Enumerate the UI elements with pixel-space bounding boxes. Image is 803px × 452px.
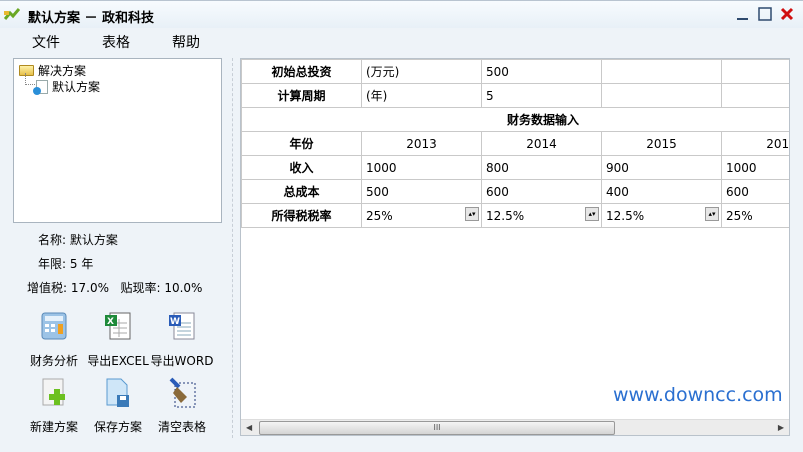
- tool-label: 新建方案: [29, 420, 78, 434]
- tree-node-label: 默认方案: [52, 80, 101, 94]
- investment-label: 初始总投资: [241, 59, 362, 84]
- dropdown-button[interactable]: ▴▾: [705, 207, 719, 221]
- table-row: 计算周期 (年) 5: [241, 83, 789, 108]
- years-value: 5 年: [69, 257, 94, 271]
- panel-divider[interactable]: [232, 58, 233, 438]
- tree-node-label: 解决方案: [38, 64, 87, 78]
- tree-node-default-plan[interactable]: 默认方案: [33, 78, 101, 95]
- scroll-left-arrow-icon[interactable]: ◀: [246, 423, 252, 432]
- income-cell[interactable]: 1000: [721, 155, 789, 180]
- export-excel-button[interactable]: X 导出EXCEL: [86, 311, 150, 369]
- plan-rates: 增值税: 17.0% 贴现率: 10.0%: [27, 279, 202, 296]
- save-plan-button[interactable]: 保存方案: [86, 377, 150, 435]
- vat-label: 增值税:: [27, 281, 68, 295]
- calculator-icon: [41, 312, 67, 340]
- investment-unit: (万元): [361, 59, 482, 84]
- dropdown-button[interactable]: ▴▾: [585, 207, 599, 221]
- table-row: 收入 1000 800 900 1000: [241, 155, 789, 180]
- table-row: 总成本 500 600 400 600: [241, 179, 789, 204]
- tax-rate-cell[interactable]: 25% ▴▾: [361, 203, 482, 228]
- tool-label: 清空表格: [157, 420, 206, 434]
- tax-rate-value: 25%: [726, 208, 753, 223]
- year-header: 2014: [481, 131, 602, 156]
- horizontal-scrollbar[interactable]: ◀ III ▶: [241, 419, 789, 435]
- tax-rate-cell[interactable]: 12.5% ▴▾: [601, 203, 722, 228]
- year-header: 2016: [721, 131, 789, 156]
- empty-cell[interactable]: [721, 59, 789, 84]
- tax-rate-cell[interactable]: 12.5% ▴▾: [481, 203, 602, 228]
- maximize-button[interactable]: [757, 6, 773, 22]
- empty-cell[interactable]: [601, 59, 722, 84]
- dropdown-button[interactable]: ▴▾: [465, 207, 479, 221]
- cost-cell[interactable]: 500: [361, 179, 482, 204]
- empty-cell[interactable]: [601, 83, 722, 108]
- period-unit: (年): [361, 83, 482, 108]
- year-header: 2015: [601, 131, 722, 156]
- watermark: www.downcc.com: [613, 384, 783, 406]
- new-plan-button[interactable]: 新建方案: [22, 377, 86, 435]
- investment-value-cell[interactable]: 500: [481, 59, 602, 84]
- tax-rate-value: 12.5%: [606, 208, 645, 223]
- title-bar: 默认方案 － 政和科技: [0, 0, 803, 28]
- tax-rate-value: 25%: [366, 208, 393, 223]
- period-label: 计算周期: [241, 83, 362, 108]
- menu-help[interactable]: 帮助: [172, 32, 200, 52]
- name-value: 默认方案: [69, 233, 118, 247]
- app-logo-icon: [4, 8, 20, 20]
- table-row: 所得税税率 25% ▴▾ 12.5% ▴▾ 12.5% ▴▾ 25%: [241, 203, 789, 228]
- menu-table[interactable]: 表格: [102, 32, 130, 52]
- income-cell[interactable]: 900: [601, 155, 722, 180]
- tax-rate-label: 所得税税率: [241, 203, 362, 228]
- minimize-button[interactable]: [735, 6, 751, 22]
- financial-analysis-button[interactable]: 财务分析: [22, 311, 86, 369]
- document-icon: [33, 79, 48, 95]
- year-header: 2013: [361, 131, 482, 156]
- brush-icon: [169, 377, 196, 408]
- total-cost-label: 总成本: [241, 179, 362, 204]
- svg-text:W: W: [170, 317, 180, 327]
- table-row: 初始总投资 (万元) 500: [241, 59, 789, 84]
- clear-table-button[interactable]: 清空表格: [150, 377, 214, 435]
- window-title: 默认方案 － 政和科技: [28, 11, 155, 26]
- tax-rate-value: 12.5%: [486, 208, 525, 223]
- year-label: 年份: [241, 131, 362, 156]
- scroll-right-arrow-icon[interactable]: ▶: [778, 423, 784, 432]
- word-icon: W: [169, 312, 195, 340]
- cost-cell[interactable]: 600: [721, 179, 789, 204]
- table-row: 年份 2013 2014 2015 2016: [241, 131, 789, 156]
- plan-years: 年限: 5 年: [38, 255, 93, 272]
- svg-text:X: X: [107, 317, 114, 327]
- discount-value: 10.0%: [164, 281, 203, 295]
- menu-bar: 文件 表格 帮助: [0, 30, 803, 52]
- income-cell[interactable]: 1000: [361, 155, 482, 180]
- financial-data-grid: 初始总投资 (万元) 500 计算周期 (年) 5 财务数据输入 年份 2013…: [240, 58, 790, 436]
- solution-tree[interactable]: 解决方案 默认方案: [13, 58, 222, 223]
- close-button[interactable]: [779, 6, 795, 22]
- excel-icon: X: [105, 312, 131, 340]
- section-title: 财务数据输入: [241, 107, 789, 132]
- years-label: 年限:: [38, 257, 67, 271]
- vat-value: 17.0%: [70, 281, 109, 295]
- tool-label: 财务分析: [29, 354, 78, 368]
- income-cell[interactable]: 800: [481, 155, 602, 180]
- tool-label: 导出WORD: [150, 354, 214, 368]
- tool-label: 保存方案: [93, 420, 142, 434]
- tax-rate-cell[interactable]: 25%: [721, 203, 789, 228]
- tree-connector: [25, 73, 35, 85]
- discount-label: 贴现率:: [120, 281, 161, 295]
- export-word-button[interactable]: W 导出WORD: [150, 311, 214, 369]
- plan-name: 名称: 默认方案: [38, 231, 118, 248]
- add-document-icon: [42, 378, 65, 406]
- table-row: 财务数据输入: [241, 107, 789, 132]
- name-label: 名称:: [38, 233, 67, 247]
- tool-label: 导出EXCEL: [87, 354, 149, 368]
- empty-cell[interactable]: [721, 83, 789, 108]
- save-icon: [106, 378, 129, 407]
- scroll-thumb[interactable]: III: [259, 421, 615, 435]
- cost-cell[interactable]: 600: [481, 179, 602, 204]
- menu-file[interactable]: 文件: [32, 32, 60, 52]
- cost-cell[interactable]: 400: [601, 179, 722, 204]
- period-value-cell[interactable]: 5: [481, 83, 602, 108]
- income-label: 收入: [241, 155, 362, 180]
